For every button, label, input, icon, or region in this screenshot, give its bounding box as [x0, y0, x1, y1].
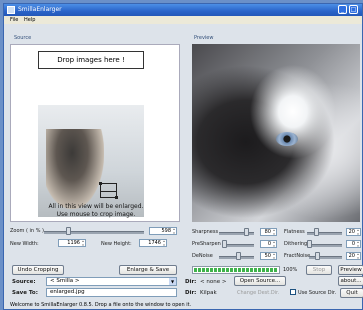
zoom-slider-thumb[interactable]	[66, 227, 71, 235]
fractnoise-label: FractNoise	[284, 253, 311, 259]
stop-button[interactable]: Stop	[306, 265, 332, 275]
preview-view	[192, 44, 360, 222]
dithering-input[interactable]: 0	[346, 240, 361, 248]
preview-button[interactable]: Preview	[338, 265, 363, 275]
fractnoise-slider-thumb[interactable]	[315, 252, 320, 260]
new-width-input[interactable]: 1196	[58, 239, 86, 247]
flatness-input[interactable]: 20	[346, 228, 361, 236]
dithering-label: Dithering	[284, 241, 308, 247]
use-source-dir-checkbox[interactable]	[290, 289, 296, 295]
drop-zone[interactable]: Drop images here !	[38, 51, 144, 69]
window-title: SmillaEnlarger	[18, 6, 62, 13]
zoom-slider[interactable]	[44, 231, 144, 234]
dog-eye	[276, 132, 298, 146]
hint-line-2: Use mouse to crop image.	[56, 211, 136, 218]
preview-panel-label: Preview	[194, 35, 214, 41]
source-panel-label: Source	[14, 35, 32, 41]
minimize-icon[interactable]: _	[338, 5, 347, 14]
fractnoise-slider[interactable]	[309, 256, 342, 259]
dest-dir-value: Kilpak	[200, 290, 217, 296]
new-height-label: New Height:	[101, 241, 132, 247]
flatness-slider[interactable]	[307, 232, 342, 235]
progress-percent: 100%	[283, 267, 298, 273]
fractnoise-input[interactable]: 20	[346, 252, 361, 260]
preview-image	[192, 44, 360, 222]
presharpen-input[interactable]: 0	[260, 240, 277, 248]
source-label: Source:	[12, 279, 36, 285]
new-height-input[interactable]: 1746	[139, 239, 167, 247]
source-dir-value: < none >	[200, 279, 227, 285]
status-bar: Welcome to SmillaEnlarger 0.8.5. Drop a …	[10, 302, 192, 308]
source-combo[interactable]: < Smilla > ▼	[46, 277, 177, 286]
sharpness-label: Sharpness	[192, 229, 219, 235]
new-width-label: New Width:	[10, 241, 39, 247]
denoise-input[interactable]: 50	[260, 252, 277, 260]
crop-handle[interactable]	[99, 182, 102, 185]
undo-cropping-button[interactable]: Undo Cropping	[12, 265, 64, 275]
menu-bar: File Help	[4, 16, 362, 24]
zoom-input[interactable]: 598	[149, 227, 177, 235]
flatness-label: Flatness	[284, 229, 305, 235]
presharpen-slider-thumb[interactable]	[222, 240, 227, 248]
enlarge-save-button[interactable]: Enlarge & Save	[119, 265, 177, 275]
progress-fill	[194, 268, 278, 272]
save-to-input[interactable]: enlarged.jpg	[46, 288, 177, 297]
hint-line-1: All in this view will be enlarged.	[48, 203, 144, 210]
quit-button[interactable]: Quit	[340, 288, 363, 298]
source-image[interactable]	[38, 105, 144, 217]
source-view[interactable]: Drop images here ! All in this view will…	[10, 44, 180, 222]
crop-handle[interactable]	[115, 196, 118, 199]
flatness-slider-thumb[interactable]	[314, 228, 319, 236]
title-bar: SmillaEnlarger _ □ ×	[4, 4, 362, 16]
sharpness-slider-thumb[interactable]	[244, 228, 249, 236]
dithering-slider-thumb[interactable]	[307, 240, 312, 248]
about-button[interactable]: about...	[338, 276, 363, 286]
menu-help[interactable]: Help	[24, 17, 35, 23]
use-source-dir-label: Use Source Dir.	[298, 290, 337, 296]
presharpen-label: PreSharpen	[192, 241, 221, 247]
chevron-down-icon[interactable]: ▼	[169, 278, 176, 285]
app-icon	[7, 6, 15, 14]
menu-file[interactable]: File	[10, 17, 18, 23]
maximize-icon[interactable]: □	[349, 5, 358, 14]
denoise-slider-thumb[interactable]	[236, 252, 241, 260]
change-dest-dir-button[interactable]: Change Dest.Dir.	[237, 290, 279, 296]
source-dir-label: Dir:	[185, 279, 197, 285]
denoise-label: DeNoise	[192, 253, 213, 259]
zoom-label: Zoom ( in % )	[10, 228, 44, 234]
app-window: SmillaEnlarger _ □ × File Help Source Pr…	[3, 3, 363, 310]
dog-image	[46, 129, 104, 209]
sharpness-input[interactable]: 80	[260, 228, 277, 236]
open-source-button[interactable]: Open Source...	[234, 276, 286, 286]
save-to-label: Save To:	[12, 290, 38, 296]
source-combo-value: < Smilla >	[50, 278, 80, 284]
progress-bar	[192, 266, 280, 274]
dest-dir-label: Dir:	[185, 290, 197, 296]
dithering-slider[interactable]	[307, 244, 342, 247]
